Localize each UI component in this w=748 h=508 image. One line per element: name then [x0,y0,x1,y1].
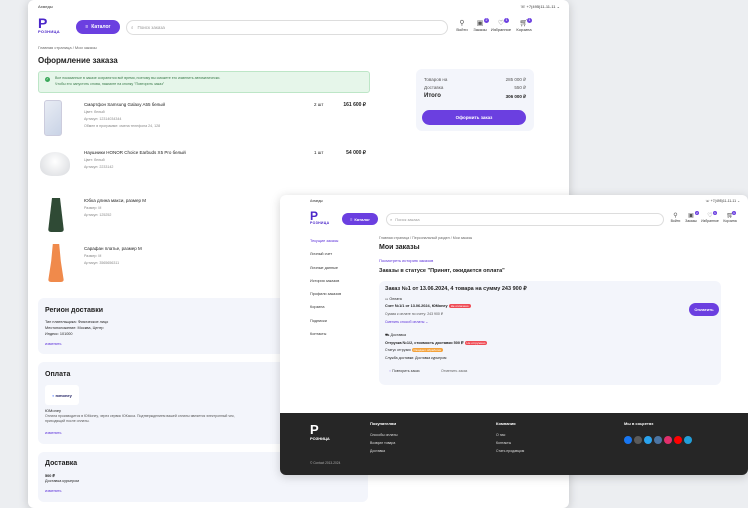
status-heading: Заказы в статусе "Принят, ожидается опла… [379,268,505,274]
menu-icon: ≡ [85,24,89,30]
city-selector[interactable]: Ахмеды [38,4,53,9]
vk-icon[interactable] [654,436,662,444]
sidebar-item-cart[interactable]: Корзина [310,305,341,318]
sidebar-item-contacts[interactable]: Контакты [310,332,341,345]
cart-badge: 1 [527,18,532,23]
yoomoney-logo: ◐ юmoney [45,385,79,405]
status-badge-unpaid: Не оплачено [448,304,471,308]
footer-link-returns[interactable]: Возврат товара [370,441,395,445]
phone-number[interactable]: ☏ +7(495)11-11-11 ⌄ [705,199,740,203]
sidebar-item-subscriptions[interactable]: Подписки [310,319,341,332]
edit-payment-link[interactable]: изменить [45,431,62,435]
twitter-icon[interactable] [644,436,652,444]
breadcrumb[interactable]: Главная страница / Персональный раздел /… [379,236,472,240]
favorites-badge: 1 [713,211,717,215]
pay-button[interactable]: Оплатить [689,303,719,316]
chevron-down-icon: ⌄ [556,3,560,9]
breadcrumb[interactable]: Главная страница / Мои заказы [38,45,97,50]
nav-login[interactable]: ⚲ Войти [668,212,683,223]
user-icon: ⚲ [459,20,465,27]
nav-orders[interactable]: ▣ Заказы 2 [471,18,489,32]
instagram-icon[interactable] [664,436,672,444]
edit-delivery-link[interactable]: изменить [45,489,62,493]
logo[interactable]: P РОЗНИЦА [38,16,60,34]
site-footer: P РОЗНИЦА © Contact 2013-2024 Покупателя… [280,413,748,475]
menu-icon: ≡ [350,216,353,222]
cart-badge: 1 [732,211,736,215]
footer-link-payment[interactable]: Способы оплаты [370,433,397,437]
phone-number[interactable]: ☏ +7(495)11-11-11 ⌄ [520,4,560,9]
catalog-button[interactable]: ≡ Каталог [342,213,378,225]
phone-image [44,100,62,136]
sidebar-item-current-orders[interactable]: Текущие заказы [310,239,341,252]
order-summary: Товаров на 285 000 ₽ Доставка 550 ₽ Итог… [416,69,534,131]
nav-favorites[interactable]: ♡ Избранное 1 [699,211,721,223]
city-selector[interactable]: Ахмеды [310,199,323,203]
x-icon[interactable] [634,436,642,444]
dress-image [48,244,64,282]
sidebar-item-order-history[interactable]: История заказов [310,279,341,292]
telegram-icon[interactable] [684,436,692,444]
search-input[interactable]: ⌕ Поиск заказа [386,213,664,226]
cart-item-earbuds: Наушники HONOR Choice Earbuds X5 Pro бел… [38,146,368,190]
nav-orders[interactable]: ▣ Заказы 2 [683,211,699,223]
facebook-icon[interactable] [624,436,632,444]
favorites-badge: 1 [504,18,509,23]
footer-link-contacts[interactable]: Контакты [496,441,511,445]
cancel-order-button[interactable]: Отменить заказ [441,369,467,373]
cart-item-phone: Смартфон Samsung Galaxy A55 белый Цвет: … [38,98,368,142]
account-sidebar: Текущие заказы Личный счет Личные данные… [310,239,341,345]
page-title: Мои заказы [379,244,420,251]
chevron-down-icon: ⌄ [737,199,740,203]
search-icon: ⌕ [131,25,134,30]
sidebar-item-order-profiles[interactable]: Профили заказов [310,292,341,305]
page-title: Оформление заказа [38,56,118,65]
box-icon: ▣ [688,213,694,219]
box-icon: ▣ [476,20,484,27]
change-payment-link[interactable]: Сменить способ оплаты ⌄ [385,320,428,324]
skirt-image [48,198,64,232]
nav-login[interactable]: ⚲ Войти [453,19,471,32]
nav-cart[interactable]: 🛒︎ Корзина 1 [513,18,535,32]
search-icon: ⌕ [390,217,393,222]
social-links [624,431,694,449]
catalog-button[interactable]: ≡ Каталог [76,20,120,34]
repeat-order-button[interactable]: ◌ Повторить заказ [389,369,420,373]
chevron-down-icon: ⌄ [425,320,429,324]
place-order-button[interactable]: Оформить заказ [422,110,526,125]
check-circle-icon: ✓ [45,77,50,82]
order-card: Заказ №1 от 13.06.2024, 4 товара на сумм… [379,281,721,385]
my-orders-window: Ахмеды ☏ +7(495)11-11-11 ⌄ P РОЗНИЦА ≡ Ка… [280,195,748,475]
sidebar-item-account[interactable]: Личный счет [310,252,341,265]
nav-cart[interactable]: 🛒︎ Корзина 1 [721,211,739,223]
nav-favorites[interactable]: ♡ Избранное 1 [489,18,513,32]
info-alert: ✓ Все показанные в заказе сохранятся всё… [38,71,370,93]
status-badge-not-shipped: Не отгружено [464,341,488,345]
footer-link-delivery[interactable]: Доставка [370,449,385,453]
search-input[interactable]: ⌕ Поиск заказа [126,20,448,35]
footer-logo[interactable]: P РОЗНИЦА [310,423,330,441]
logo[interactable]: P РОЗНИЦА [310,210,329,226]
youtube-icon[interactable] [674,436,682,444]
earbuds-image [40,152,70,176]
sidebar-item-personal-data[interactable]: Личные данные [310,266,341,279]
heart-icon: ♡ [707,213,713,219]
edit-region-link[interactable]: изменить [45,342,62,346]
order-history-link[interactable]: Посмотреть историю заказов [379,258,433,263]
user-icon: ⚲ [673,213,678,219]
footer-link-seller[interactable]: Стать продавцом [496,449,524,453]
status-badge-pending: Ожидает обработки [411,348,444,352]
footer-link-about[interactable]: О нас [496,433,505,437]
yoomoney-icon: ◐ [52,392,55,398]
